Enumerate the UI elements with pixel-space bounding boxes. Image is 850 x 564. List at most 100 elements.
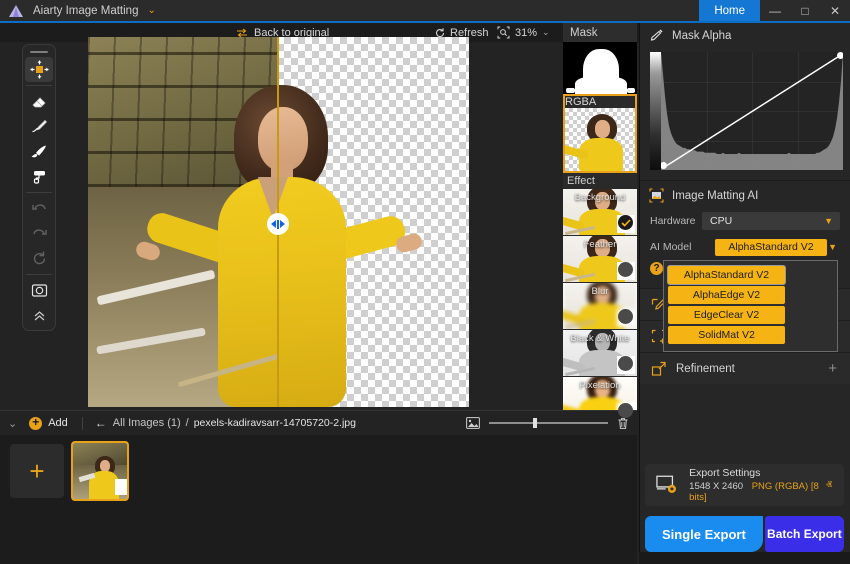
move-tool[interactable] bbox=[25, 57, 53, 82]
zoom-level-label: 31% bbox=[515, 27, 537, 39]
bottom-resize-strip bbox=[639, 552, 850, 564]
effect-item-feather[interactable]: Feather bbox=[563, 236, 637, 283]
arrow-left-icon bbox=[271, 220, 276, 228]
effect-badge[interactable] bbox=[618, 403, 633, 418]
close-button[interactable]: ✕ bbox=[820, 0, 850, 21]
chevron-up-double-icon[interactable]: ⱏ bbox=[826, 478, 832, 493]
ai-model-dropdown-menu[interactable]: AlphaStandard V2 AlphaEdge V2 EdgeClear … bbox=[663, 260, 838, 352]
thumbnail-art bbox=[73, 443, 129, 501]
section-refinement[interactable]: Refinement + bbox=[640, 352, 850, 384]
effect-selected-badge[interactable] bbox=[618, 215, 633, 230]
export-settings-title: Export Settings bbox=[689, 467, 834, 479]
app-title: Aiarty Image Matting bbox=[33, 5, 138, 17]
single-export-button[interactable]: Single Export bbox=[645, 516, 763, 552]
redo-button[interactable] bbox=[25, 221, 53, 246]
mask-blob-right bbox=[627, 88, 635, 93]
ai-model-label: AI Model bbox=[650, 241, 702, 253]
hardware-select[interactable]: CPU ▼ bbox=[702, 212, 840, 230]
curve-point-white[interactable] bbox=[837, 52, 843, 59]
effect-item-blur[interactable]: Blur bbox=[563, 283, 637, 330]
maximize-button[interactable]: □ bbox=[790, 0, 820, 21]
add-image-icon[interactable]: + bbox=[29, 417, 42, 430]
handle-bar bbox=[277, 220, 279, 229]
brush-tool[interactable] bbox=[25, 139, 53, 164]
mask-alpha-header: Mask Alpha bbox=[640, 23, 850, 48]
eraser-icon bbox=[30, 92, 49, 111]
add-label[interactable]: Add bbox=[48, 417, 68, 429]
back-arrow-icon[interactable]: ← bbox=[95, 416, 107, 430]
alpha-curve-line bbox=[663, 55, 841, 168]
effect-label: Pixelation bbox=[563, 380, 637, 391]
delete-icon[interactable] bbox=[617, 417, 629, 430]
chevron-up-double-icon bbox=[32, 308, 47, 323]
zoom-chevron-down-icon[interactable]: ⌄ bbox=[542, 27, 550, 38]
help-icon[interactable]: ? bbox=[650, 262, 663, 275]
title-bar: Aiarty Image Matting ⌄ Home — □ ✕ bbox=[0, 0, 850, 21]
zoom-control[interactable]: 31% ⌄ bbox=[497, 26, 550, 39]
rgba-tag: RGBA bbox=[565, 96, 635, 108]
window-controls: Home — □ ✕ bbox=[699, 0, 850, 21]
reset-button[interactable] bbox=[25, 246, 53, 271]
minimize-button[interactable]: — bbox=[760, 0, 790, 21]
mask-alpha-curve-editor[interactable] bbox=[650, 52, 843, 170]
arrow-right-icon bbox=[280, 220, 285, 228]
dropdown-option[interactable]: AlphaEdge V2 bbox=[668, 286, 785, 304]
undo-button[interactable] bbox=[25, 196, 53, 221]
redo-icon bbox=[30, 224, 49, 243]
app-logo-icon bbox=[9, 5, 23, 17]
thumb-box bbox=[115, 479, 129, 495]
comparison-slider-handle[interactable] bbox=[267, 213, 289, 235]
eyedropper-icon bbox=[649, 28, 664, 43]
mask-preview-toggle[interactable] bbox=[25, 278, 53, 303]
home-button[interactable]: Home bbox=[699, 0, 760, 21]
matted-photo bbox=[277, 37, 469, 407]
dropdown-option[interactable]: AlphaStandard V2 bbox=[668, 266, 785, 284]
rgba-mini-art bbox=[565, 108, 635, 155]
slider-knob[interactable] bbox=[533, 418, 537, 428]
mask-panel-header: Mask bbox=[563, 23, 637, 42]
effect-item-background[interactable]: Background bbox=[563, 189, 637, 236]
canvas-matted-half bbox=[277, 37, 469, 407]
thumbnail-item-selected[interactable] bbox=[71, 441, 129, 501]
check-icon bbox=[621, 219, 631, 227]
effect-badge[interactable] bbox=[618, 262, 633, 277]
batch-export-button[interactable]: Batch Export bbox=[765, 516, 844, 552]
paint-roller-tool[interactable] bbox=[25, 164, 53, 189]
add-refinement-icon[interactable]: + bbox=[828, 360, 837, 377]
collapse-rail-button[interactable] bbox=[25, 303, 53, 328]
effect-badge[interactable] bbox=[618, 356, 633, 371]
breadcrumb-all-images[interactable]: All Images (1) bbox=[113, 417, 181, 429]
chevron-down-icon[interactable]: ⌄ bbox=[147, 5, 155, 16]
dropdown-option[interactable]: EdgeClear V2 bbox=[668, 306, 785, 324]
collapse-strip-chevron-icon[interactable]: ⌄ bbox=[8, 417, 17, 430]
ai-model-row: AI Model AlphaStandard V2 ▼ bbox=[640, 234, 850, 260]
eraser-tool[interactable] bbox=[25, 89, 53, 114]
mask-alpha-thumbnail[interactable] bbox=[563, 42, 637, 94]
mask-silhouette-body bbox=[575, 76, 627, 94]
export-dimensions: 1548 X 2460 bbox=[689, 481, 743, 492]
move-icon bbox=[30, 60, 49, 79]
image-matting-icon bbox=[649, 188, 664, 203]
original-photo bbox=[88, 37, 277, 407]
zoom-icon bbox=[497, 26, 510, 39]
mask-alpha-title: Mask Alpha bbox=[672, 30, 731, 42]
paint-roller-icon bbox=[30, 167, 49, 186]
pen-tool[interactable] bbox=[25, 114, 53, 139]
dropdown-option[interactable]: SolidMat V2 bbox=[668, 326, 785, 344]
effect-label: Feather bbox=[563, 239, 637, 250]
hardware-label: Hardware bbox=[650, 215, 702, 227]
rail-drag-handle[interactable] bbox=[30, 51, 48, 53]
pen-icon bbox=[30, 117, 49, 136]
rgba-preview-card[interactable]: RGBA bbox=[563, 94, 637, 173]
effect-badge[interactable] bbox=[618, 309, 633, 324]
hardware-row: Hardware CPU ▼ bbox=[640, 208, 850, 234]
thumbnail-size-slider[interactable] bbox=[489, 422, 608, 424]
add-image-tile[interactable]: + bbox=[10, 444, 64, 498]
effect-item-black-white[interactable]: Black & White bbox=[563, 330, 637, 377]
effect-label: Black & White bbox=[563, 333, 637, 344]
ai-model-select[interactable]: AlphaStandard V2 ▼ bbox=[702, 238, 840, 256]
mask-view-icon bbox=[30, 281, 49, 300]
aiarty-app-window: Aiarty Image Matting ⌄ Home — □ ✕ Back t… bbox=[0, 0, 850, 564]
ai-model-value: AlphaStandard V2 bbox=[715, 239, 827, 256]
export-settings-box[interactable]: Export Settings 1548 X 2460 PNG (RGBA) [… bbox=[645, 464, 844, 506]
